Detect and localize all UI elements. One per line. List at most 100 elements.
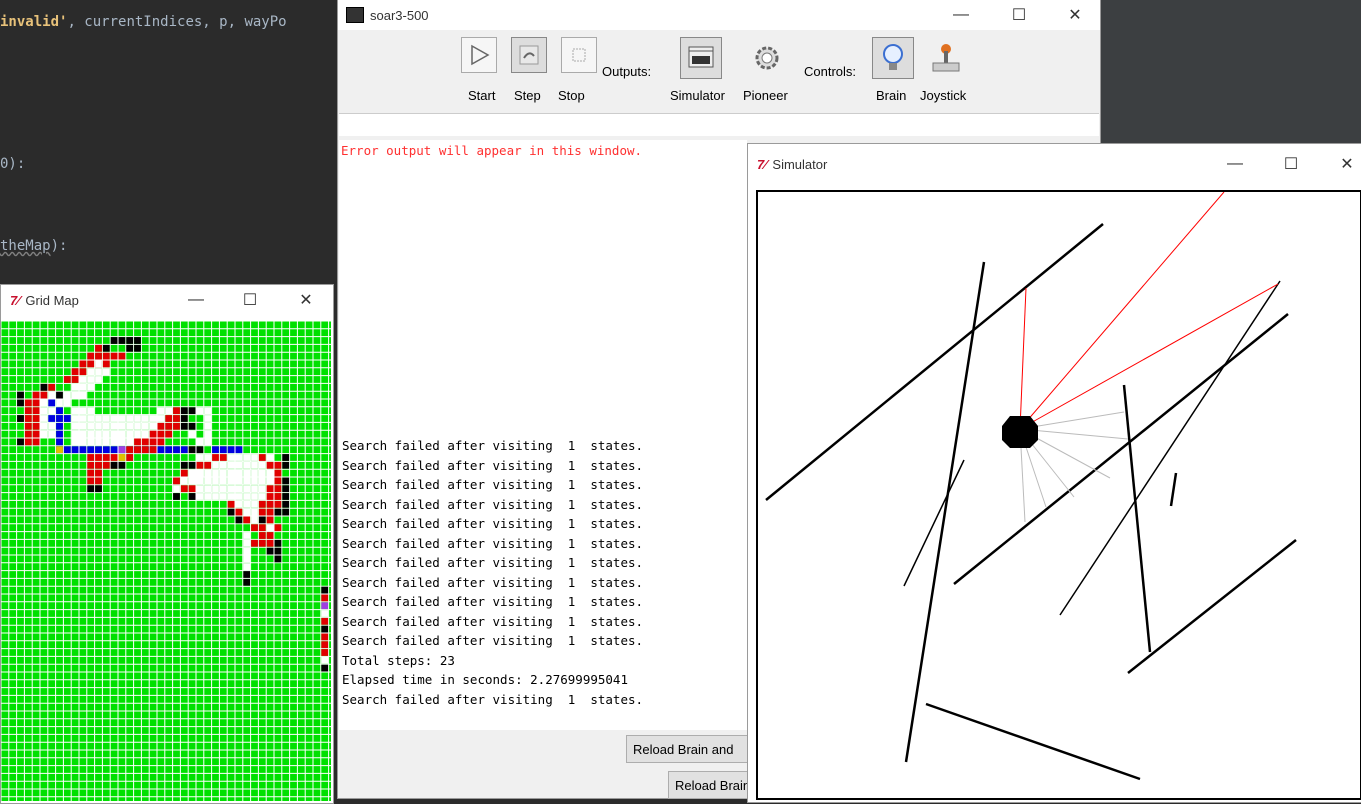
grid-cell — [212, 446, 219, 454]
grid-cell — [188, 407, 196, 415]
soar-app-icon — [346, 7, 364, 23]
log-line: Elapsed time in seconds: 2.27699995041 — [342, 672, 628, 687]
grid-cell — [180, 461, 188, 469]
grid-cell — [102, 344, 110, 352]
code-line: theMap): — [0, 238, 68, 254]
grid-cell — [227, 446, 235, 454]
grid-cell — [71, 368, 79, 376]
grid-cell — [204, 430, 212, 438]
grid-cell — [274, 524, 282, 532]
maximize-button[interactable]: ☐ — [1268, 144, 1314, 184]
grid-cell — [282, 508, 290, 516]
grid-cell — [102, 430, 110, 438]
grid-cell — [282, 461, 290, 469]
grid-cell — [87, 430, 95, 438]
grid-cell — [48, 422, 56, 430]
grid-cell — [212, 493, 219, 500]
maximize-button[interactable]: ☐ — [996, 0, 1042, 30]
grid-cell — [32, 391, 40, 399]
minimize-button[interactable]: — — [173, 285, 219, 315]
wall — [1127, 539, 1297, 674]
grid-cell — [95, 360, 102, 368]
grid-cell — [134, 422, 141, 430]
grid-cell — [56, 407, 63, 415]
grid-cell — [24, 415, 32, 422]
grid-cell — [48, 391, 56, 399]
grid-cell — [102, 368, 110, 376]
grid-cell — [243, 500, 251, 508]
grid-cell — [87, 407, 95, 415]
grid-cell — [266, 532, 274, 539]
close-button[interactable]: ✕ — [283, 285, 329, 315]
minimize-button[interactable]: — — [938, 0, 984, 30]
grid-cell — [141, 438, 149, 446]
grid-cell — [79, 407, 87, 415]
grid-cell — [87, 415, 95, 422]
grid-cell — [219, 485, 227, 493]
grid-cell — [274, 469, 282, 477]
grid-cell — [149, 415, 157, 422]
grid-cell — [134, 446, 141, 454]
grid-cell — [173, 493, 180, 500]
grid-cell — [87, 469, 95, 477]
grid-cell — [126, 415, 134, 422]
grid-cell — [321, 633, 329, 641]
grid-cell — [126, 438, 134, 446]
log-line: Search failed after visiting 1 states. — [342, 633, 644, 648]
wall — [953, 313, 1289, 585]
stop-button[interactable] — [561, 37, 597, 73]
grid-cell — [165, 415, 173, 422]
grid-cell — [188, 477, 196, 485]
grid-cell — [235, 477, 243, 485]
close-button[interactable]: ✕ — [1324, 144, 1361, 184]
soar-titlebar: soar3-500 — ☐ ✕ — [338, 0, 1100, 30]
grid-cell — [258, 485, 266, 493]
grid-cell — [258, 477, 266, 485]
grid-cell — [102, 461, 110, 469]
reload-brain-button[interactable]: Reload Brain — [668, 771, 750, 799]
grid-cell — [48, 383, 56, 391]
grid-cell — [63, 399, 71, 407]
grid-cell — [79, 368, 87, 376]
grid-map-titlebar: 7⁄ Grid Map — ☐ ✕ — [1, 285, 333, 315]
grid-cell — [32, 430, 40, 438]
grid-cell — [212, 477, 219, 485]
maximize-button[interactable]: ☐ — [227, 285, 273, 315]
grid-cell — [32, 422, 40, 430]
grid-cell — [188, 469, 196, 477]
wall — [765, 223, 1104, 501]
outputs-label: Outputs: — [602, 64, 652, 79]
joystick-control-button[interactable] — [926, 37, 966, 79]
grid-cell — [149, 438, 157, 446]
reload-brain-and-button[interactable]: Reload Brain and — [626, 735, 750, 763]
grid-cell — [134, 344, 141, 352]
grid-cell — [274, 485, 282, 493]
grid-cell — [71, 415, 79, 422]
grid-cell — [110, 352, 118, 360]
simulator-output-button[interactable] — [680, 37, 722, 79]
grid-cell — [196, 485, 204, 493]
grid-cell — [274, 477, 282, 485]
grid-cell — [243, 516, 251, 524]
grid-cell — [126, 454, 134, 461]
grid-cell — [95, 454, 102, 461]
start-button[interactable] — [461, 37, 497, 73]
minimize-button[interactable]: — — [1212, 144, 1258, 184]
close-button[interactable]: ✕ — [1052, 0, 1098, 30]
step-button[interactable] — [511, 37, 547, 73]
grid-cell — [266, 461, 274, 469]
grid-cell — [149, 422, 157, 430]
grid-cell — [102, 454, 110, 461]
simulator-world — [765, 192, 1297, 781]
grid-cell — [17, 415, 24, 422]
grid-cell — [126, 422, 134, 430]
brain-control-button[interactable] — [872, 37, 914, 79]
sonar-ray — [1019, 287, 1027, 430]
grid-cell — [321, 664, 329, 672]
grid-cell — [32, 399, 40, 407]
grid-cell — [141, 430, 149, 438]
log-line: Search failed after visiting 1 states. — [342, 477, 644, 492]
pioneer-output-button[interactable] — [746, 37, 788, 79]
grid-cell — [196, 446, 204, 454]
grid-cell — [118, 454, 126, 461]
